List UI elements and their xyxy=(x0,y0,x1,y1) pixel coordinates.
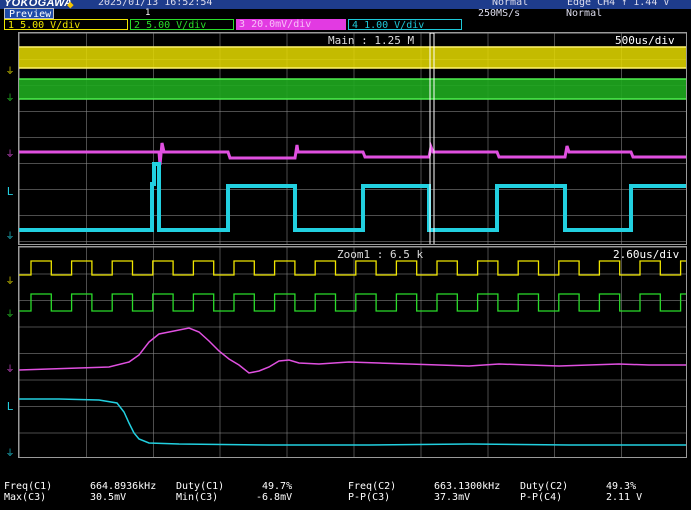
trigger-mode: Normal xyxy=(492,0,529,8)
channel-3-id: 3 xyxy=(239,19,246,30)
ch1-ground-marker-icon[interactable]: ⏚ xyxy=(4,68,16,77)
meas-label: Max(C3) xyxy=(4,492,47,503)
channel-1-id: 1 xyxy=(8,20,15,30)
trigger-level: Normal1.44 V xyxy=(566,8,602,19)
trigger-level-label: Normal xyxy=(566,8,603,19)
trigger-position-marker: 1 xyxy=(145,8,151,18)
meas-value: 49.3% xyxy=(606,481,637,492)
main-waveforms xyxy=(19,33,686,244)
zoom-trigger-marker-icon: L xyxy=(6,400,14,413)
ch4-main-trace xyxy=(19,162,686,232)
channel-2-id: 2 xyxy=(134,20,141,30)
ch3-ground-marker-icon[interactable]: ⏚ xyxy=(4,151,16,160)
meas-label: Duty(C1) xyxy=(176,481,225,492)
meas-label: Min(C3) xyxy=(176,492,219,503)
channel-4-id: 4 xyxy=(352,20,359,30)
ch4-zoom-trace xyxy=(19,398,686,446)
meas-value: -6.8mV xyxy=(256,492,293,503)
meas-label: P-P(C4) xyxy=(520,492,563,503)
ch4-ground-marker-icon[interactable]: ⏚ xyxy=(4,233,16,242)
meas-label: Freq(C1) xyxy=(4,481,53,492)
trigger-level-value-text: 1.44 V xyxy=(627,0,670,8)
channel-4-chip[interactable]: 4 1.00 V/div xyxy=(348,19,462,30)
zoom-time-div: 2.60us/div xyxy=(613,248,680,261)
zoom-waveform-window[interactable] xyxy=(18,246,687,458)
main-waveform-window[interactable] xyxy=(18,32,687,245)
ch4-zoom-marker-icon: ⏚ xyxy=(5,449,15,459)
channel-1-chip[interactable]: 1 5.00 V/div xyxy=(4,19,128,30)
zoom-record-label: Zoom1 : 6.5 k xyxy=(337,248,424,261)
ch2-main-trace xyxy=(19,79,686,99)
zoom-waveforms xyxy=(19,260,686,446)
meas-value: 2.11 V xyxy=(606,492,643,503)
ch1-zoom-trace xyxy=(19,260,686,276)
meas-value: 37.3mV xyxy=(434,492,471,503)
ch2-zoom-trace xyxy=(19,293,686,312)
measurement-panel: Freq(C1) 664.8936kHz Duty(C1) 49.7% Freq… xyxy=(0,478,691,510)
channel-3-scale: 20.0mV/div xyxy=(251,19,312,30)
meas-value: 30.5mV xyxy=(90,492,127,503)
channel-1-scale: 5.00 V/div xyxy=(20,20,81,30)
sample-rate: 250MS/s xyxy=(478,8,521,19)
channel-2-chip[interactable]: 2 5.00 V/div xyxy=(130,19,234,30)
meas-value: 663.1300kHz xyxy=(434,481,501,492)
ch3-zoom-trace xyxy=(19,327,686,374)
channel-2-scale: 5.00 V/div xyxy=(146,20,207,30)
trigger-source-text: Edge CH4 xyxy=(567,0,616,8)
brand-diamond-icon: ◆ xyxy=(67,0,74,11)
timestamp: 2025/01/13 16:52:54 xyxy=(98,0,213,8)
meas-label: P-P(C3) xyxy=(348,492,391,503)
main-time-div: 500us/div xyxy=(615,34,675,47)
ch3-main-trace xyxy=(19,141,686,166)
trigger-source: Edge CH4 ↑ 1.44 V xyxy=(567,0,669,8)
channel-3-chip[interactable]: 3 20.0mV/div xyxy=(236,19,346,30)
main-record-label: Main : 1.25 M xyxy=(328,34,415,47)
ch1-main-trace xyxy=(19,47,686,68)
preview-button[interactable]: Preview xyxy=(4,8,54,20)
meas-value: 49.7% xyxy=(262,481,293,492)
ch2-zoom-marker-icon: ⏚ xyxy=(5,310,15,320)
meas-label: Duty(C2) xyxy=(520,481,569,492)
trigger-level-marker-icon[interactable]: L xyxy=(4,186,16,197)
meas-value: 664.8936kHz xyxy=(90,481,157,492)
channel-4-scale: 1.00 V/div xyxy=(364,20,425,30)
ch2-ground-marker-icon[interactable]: ⏚ xyxy=(4,95,16,104)
ch3-zoom-marker-icon: ⏚ xyxy=(5,365,15,375)
meas-label: Freq(C2) xyxy=(348,481,397,492)
ch1-zoom-marker-icon: ⏚ xyxy=(5,277,15,287)
